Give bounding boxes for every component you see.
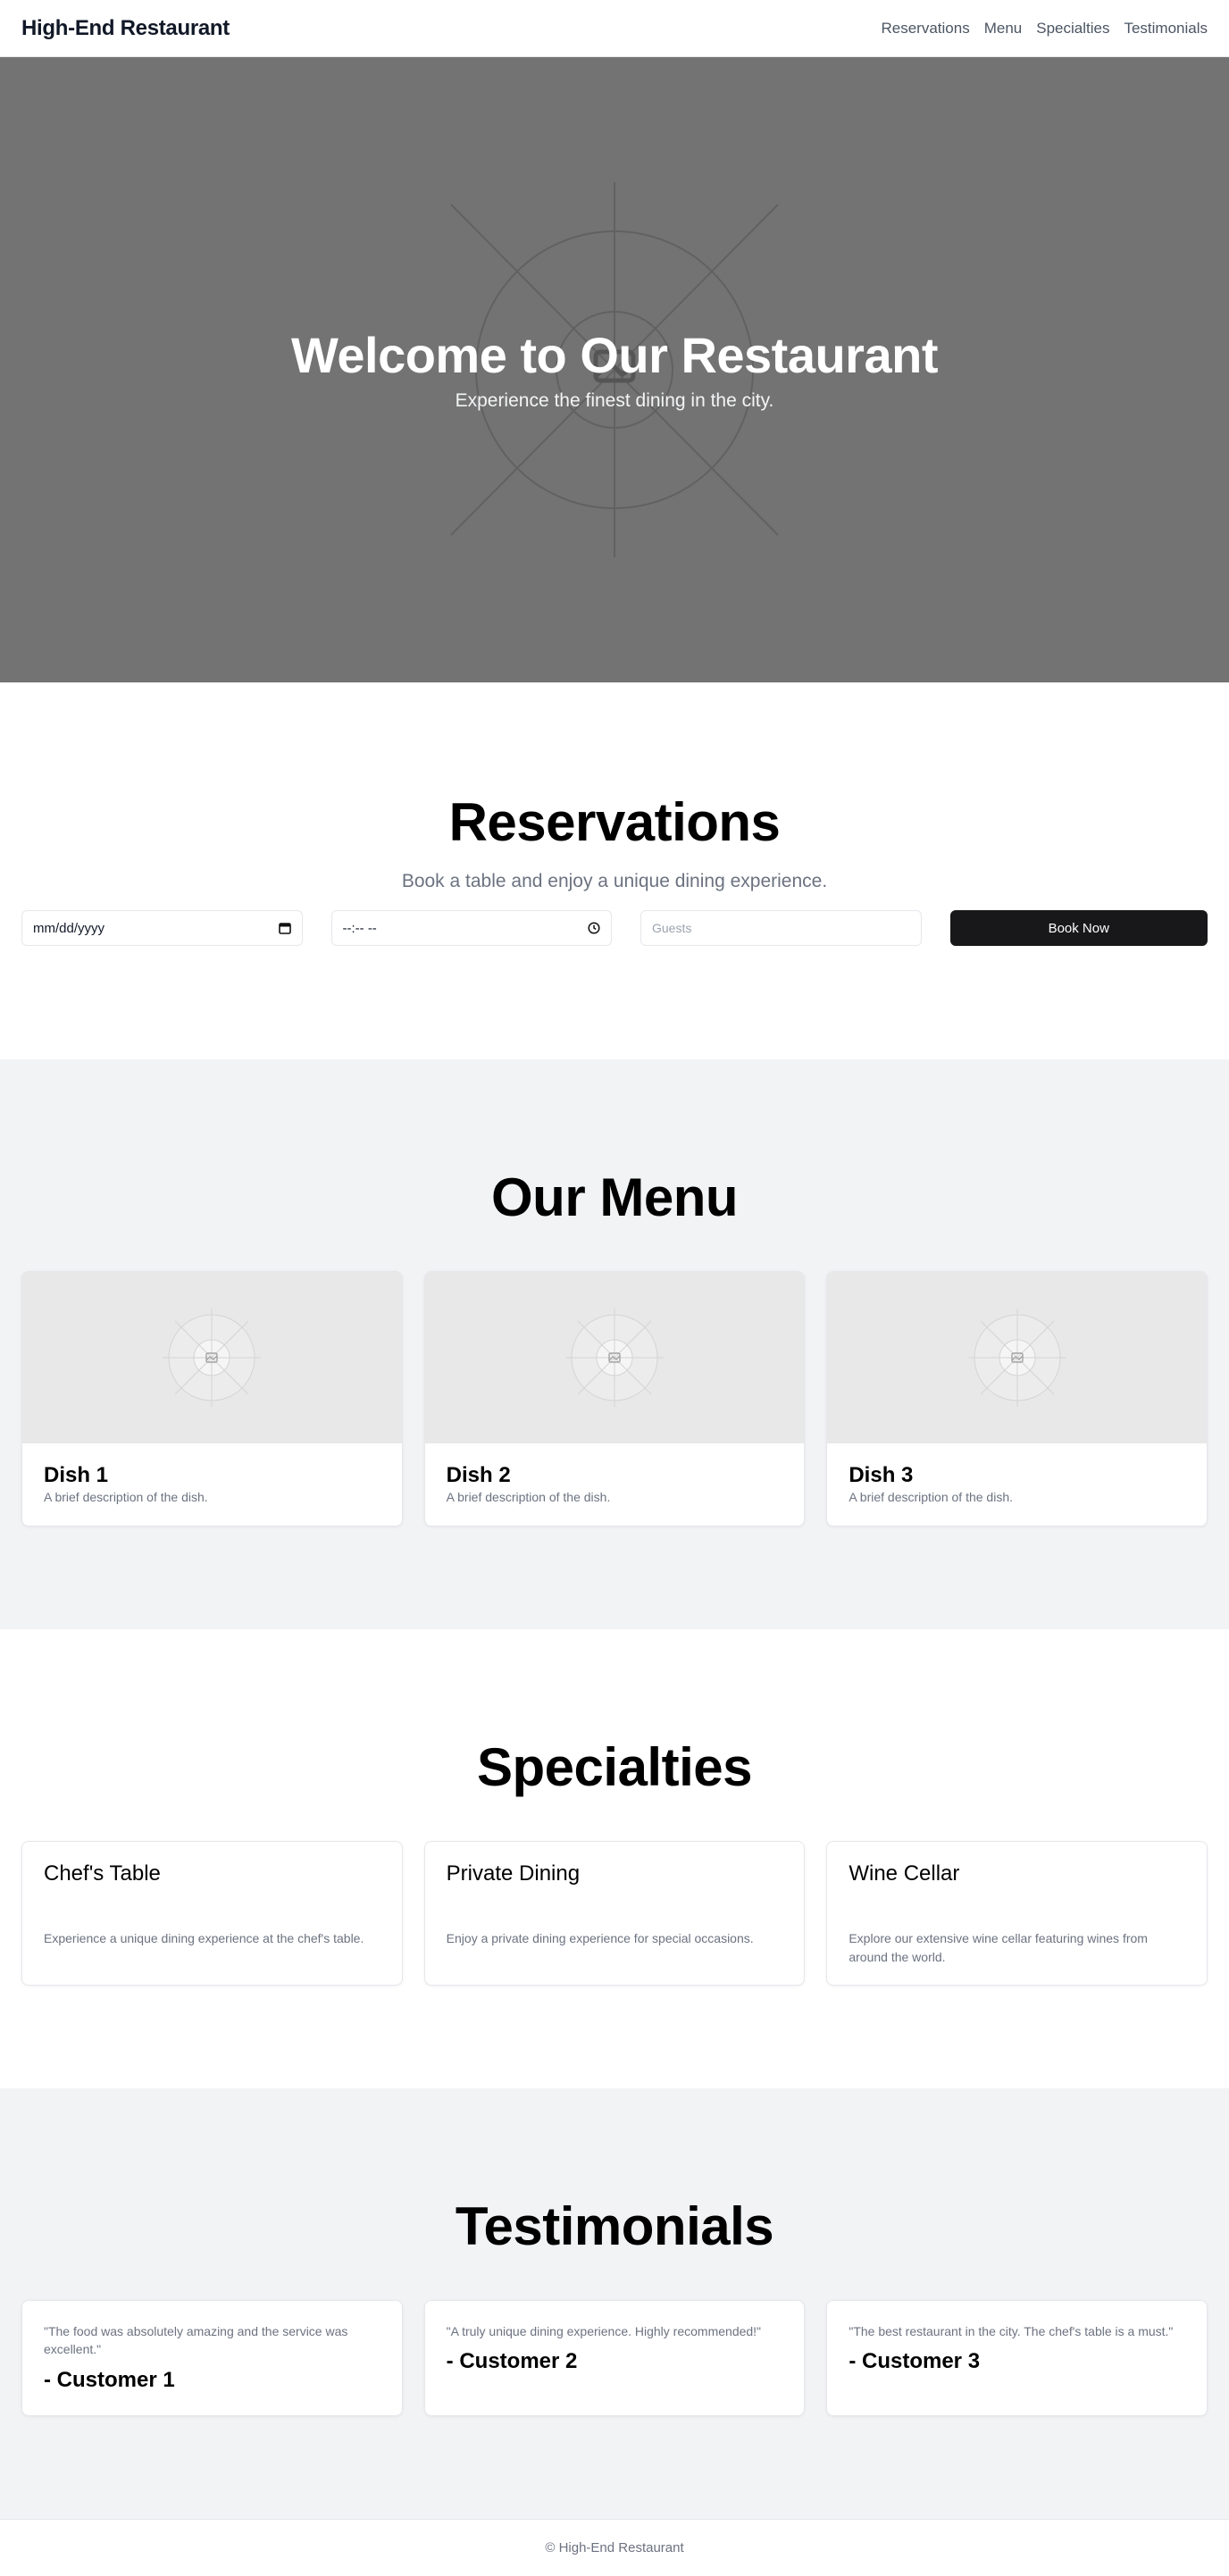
testimonial-author: - Customer 3: [849, 2349, 981, 2374]
guests-input-placeholder: Guests: [652, 921, 692, 935]
specialty-name: Private Dining: [446, 1861, 581, 1886]
specialty-description: Experience a unique dining experience at…: [44, 1931, 364, 1945]
reservation-form: mm/dd/yyyy --:-- -- Guests Book Now: [0, 910, 1229, 946]
dish-body: Dish 1 A brief description of the dish.: [22, 1443, 402, 1526]
reservations-subtitle: Book a table and enjoy a unique dining e…: [401, 871, 828, 891]
image-placeholder-icon: [967, 1309, 1066, 1407]
dish-name: Dish 2: [446, 1463, 511, 1487]
menu-section: Our Menu Dish 1 A brief description of t…: [0, 1059, 1229, 1629]
testimonial-card: "The best restaurant in the city. The ch…: [826, 2300, 1208, 2416]
clock-icon[interactable]: [588, 922, 600, 934]
testimonial-card: "The food was absolutely amazing and the…: [21, 2300, 403, 2416]
footer-copyright: © High-End Restaurant: [545, 2540, 684, 2555]
menu-title: Our Menu: [491, 1167, 739, 1227]
specialty-card: Private Dining Enjoy a private dining ex…: [423, 1841, 806, 1986]
testimonials-title: Testimonials: [455, 2196, 774, 2256]
main-nav: Reservations Menu Specialties Testimonia…: [881, 20, 1208, 38]
specialty-name: Chef's Table: [44, 1861, 161, 1886]
testimonial-quote: "A truly unique dining experience. Highl…: [446, 2324, 762, 2338]
hero-section: Welcome to Our Restaurant Experience the…: [0, 57, 1229, 682]
hero-text: Welcome to Our Restaurant Experience the…: [291, 328, 938, 412]
book-now-button[interactable]: Book Now: [949, 910, 1208, 946]
dish-image: [827, 1272, 1208, 1443]
image-placeholder-icon: [163, 1309, 262, 1407]
testimonials-card-list: "The food was absolutely amazing and the…: [0, 2300, 1229, 2416]
specialties-card-list: Chef's Table Experience a unique dining …: [0, 1841, 1229, 1986]
nav-link-testimonials[interactable]: Testimonials: [1124, 20, 1208, 38]
dish-card[interactable]: Dish 2 A brief description of the dish.: [423, 1271, 806, 1526]
testimonial-quote: "The food was absolutely amazing and the…: [44, 2324, 348, 2357]
testimonials-section: Testimonials "The food was absolutely am…: [0, 2088, 1229, 2519]
specialty-description: Enjoy a private dining experience for sp…: [446, 1931, 754, 1945]
image-placeholder-icon: [565, 1309, 664, 1407]
dish-name: Dish 1: [44, 1463, 109, 1487]
site-footer: © High-End Restaurant: [0, 2519, 1229, 2576]
date-input-value: mm/dd/yyyy: [33, 920, 105, 936]
testimonial-author: - Customer 1: [44, 2367, 175, 2392]
dish-image: [424, 1272, 805, 1443]
specialties-section: Specialties Chef's Table Experience a un…: [0, 1629, 1229, 2088]
time-input-value: --:-- --: [342, 920, 377, 936]
dish-description: A brief description of the dish.: [446, 1490, 611, 1504]
nav-link-specialties[interactable]: Specialties: [1036, 20, 1109, 38]
reservations-section: Reservations Book a table and enjoy a un…: [0, 682, 1229, 1059]
dish-body: Dish 3 A brief description of the dish.: [827, 1443, 1207, 1526]
brand-logo[interactable]: High-End Restaurant: [21, 16, 230, 41]
time-input[interactable]: --:-- --: [330, 910, 612, 946]
menu-card-list: Dish 1 A brief description of the dish.: [0, 1271, 1229, 1526]
specialty-description: Explore our extensive wine cellar featur…: [849, 1931, 1148, 1964]
dish-name: Dish 3: [849, 1463, 914, 1487]
testimonial-author: - Customer 2: [446, 2349, 578, 2374]
testimonial-card: "A truly unique dining experience. Highl…: [423, 2300, 806, 2416]
specialty-card: Wine Cellar Explore our extensive wine c…: [826, 1841, 1208, 1986]
date-input[interactable]: mm/dd/yyyy: [21, 910, 303, 946]
reservations-title: Reservations: [448, 792, 781, 852]
specialty-card: Chef's Table Experience a unique dining …: [21, 1841, 403, 1986]
dish-body: Dish 2 A brief description of the dish.: [425, 1443, 805, 1526]
hero-title: Welcome to Our Restaurant: [291, 327, 938, 384]
specialty-name: Wine Cellar: [849, 1861, 960, 1886]
site-header: High-End Restaurant Reservations Menu Sp…: [0, 0, 1229, 57]
nav-link-menu[interactable]: Menu: [984, 20, 1023, 38]
dish-description: A brief description of the dish.: [44, 1490, 208, 1504]
dish-image: [22, 1272, 402, 1443]
dish-card[interactable]: Dish 1 A brief description of the dish.: [21, 1271, 403, 1526]
guests-input[interactable]: Guests: [640, 910, 922, 946]
dish-card[interactable]: Dish 3 A brief description of the dish.: [826, 1271, 1208, 1526]
dish-description: A brief description of the dish.: [849, 1490, 1014, 1504]
specialties-title: Specialties: [476, 1737, 753, 1797]
hero-subtitle: Experience the finest dining in the city…: [455, 389, 774, 411]
nav-link-reservations[interactable]: Reservations: [881, 20, 969, 38]
testimonial-quote: "The best restaurant in the city. The ch…: [849, 2324, 1174, 2338]
calendar-icon[interactable]: [278, 922, 291, 934]
